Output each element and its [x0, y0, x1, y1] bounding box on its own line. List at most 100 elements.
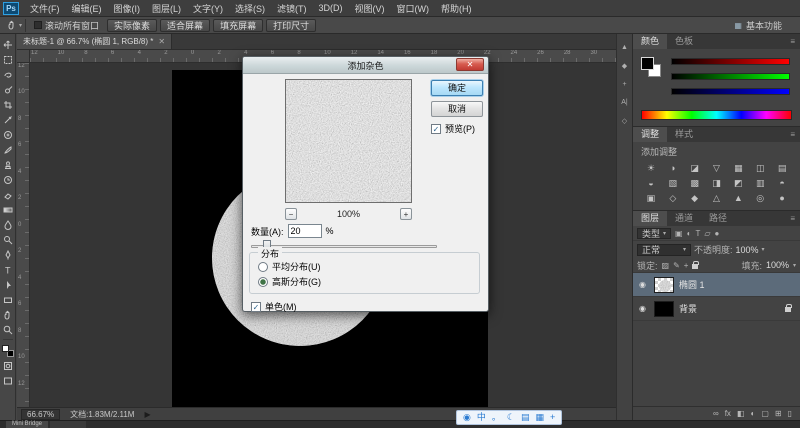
menu-item[interactable]: 视图(V) — [349, 2, 391, 15]
adjustment-icon[interactable]: ▥ — [750, 176, 770, 190]
layers-footer-icon[interactable]: ◧ — [737, 409, 745, 418]
options-button[interactable]: 实际像素 — [107, 19, 157, 32]
lasso-tool[interactable] — [2, 68, 14, 81]
layer-filter-icon[interactable]: ▣ — [675, 229, 683, 238]
lock-option-icon[interactable]: + — [684, 261, 689, 270]
opacity-value[interactable]: 100% — [736, 245, 759, 255]
panel-menu-icon[interactable]: ≡ — [790, 211, 800, 226]
layer-filter-dropdown[interactable]: 类型 ▾ — [637, 228, 671, 239]
uniform-radio[interactable]: 平均分布(U) — [258, 260, 321, 273]
adjustment-icon[interactable]: ● — [772, 191, 792, 205]
shape-tool[interactable] — [2, 293, 14, 306]
collapsed-panel-icon[interactable]: ◇ — [622, 117, 627, 125]
layer-thumbnail[interactable] — [654, 277, 674, 293]
zoom-level-input[interactable]: 66.67% — [21, 409, 60, 420]
foreground-color-swatch[interactable] — [641, 57, 654, 70]
layer-thumbnail[interactable] — [654, 301, 674, 317]
timeline-tab[interactable] — [50, 421, 86, 428]
adjustment-icon[interactable]: ◇ — [663, 191, 683, 205]
workspace-switcher[interactable]: ▦ 基本功能 — [734, 19, 782, 32]
blend-mode-select[interactable]: 正常 ▾ — [637, 244, 691, 256]
adjustment-icon[interactable]: ◒ — [641, 176, 661, 190]
menu-item[interactable]: 选择(S) — [229, 2, 271, 15]
toolbar-color-swatches[interactable] — [2, 345, 14, 357]
layer-row-ellipse[interactable]: ◉ 椭圆 1 — [633, 273, 800, 297]
ime-icon[interactable]: 中 — [477, 411, 486, 424]
menu-item[interactable]: 图层(L) — [146, 2, 187, 15]
red-channel-slider[interactable] — [671, 58, 790, 65]
menu-item[interactable]: 文件(F) — [24, 2, 66, 15]
quick-mask-icon[interactable] — [2, 359, 14, 372]
layer-filter-icon[interactable]: ◐ — [687, 229, 692, 238]
monochromatic-checkbox[interactable]: ✓ 单色(M) — [251, 300, 297, 313]
path-selection-tool[interactable] — [2, 278, 14, 291]
crop-tool[interactable] — [2, 98, 14, 111]
green-channel-slider[interactable] — [671, 73, 790, 80]
amount-input[interactable] — [288, 224, 322, 238]
menu-item[interactable]: 窗口(W) — [391, 2, 436, 15]
adjustment-icon[interactable]: ◆ — [685, 191, 705, 205]
lock-option-icon[interactable]: ✎ — [673, 261, 680, 270]
cancel-button[interactable]: 取消 — [431, 101, 483, 117]
brush-tool[interactable] — [2, 143, 14, 156]
gaussian-radio[interactable]: 高斯分布(G) — [258, 275, 321, 288]
close-tab-icon[interactable]: ✕ — [158, 37, 165, 46]
ime-icon[interactable]: ▦ — [535, 411, 544, 424]
layers-footer-icon[interactable]: ▢ — [761, 409, 769, 418]
layers-footer-icon[interactable]: ∞ — [713, 409, 719, 418]
adjustment-icon[interactable]: ◨ — [707, 176, 727, 190]
options-button[interactable]: 打印尺寸 — [266, 19, 316, 32]
options-button[interactable]: 填充屏幕 — [213, 19, 263, 32]
eraser-tool[interactable] — [2, 188, 14, 201]
eyedropper-tool[interactable] — [2, 113, 14, 126]
lock-all-icon[interactable] — [692, 264, 698, 269]
options-button[interactable]: 适合屏幕 — [160, 19, 210, 32]
quick-selection-tool[interactable] — [2, 83, 14, 96]
layer-row-background[interactable]: ◉ 背景 — [633, 297, 800, 321]
visibility-eye-icon[interactable]: ◉ — [636, 304, 649, 313]
layers-footer-icon[interactable]: ▯ — [788, 409, 792, 418]
document-tab[interactable]: 未标题-1 @ 66.7% (椭圆 1, RGB/8) * ✕ — [17, 34, 172, 49]
adjustment-icon[interactable]: ▦ — [728, 161, 748, 175]
collapsed-panel-icon[interactable]: + — [622, 81, 626, 88]
adjustment-icon[interactable]: ☀ — [641, 161, 661, 175]
blur-tool[interactable] — [2, 218, 14, 231]
collapsed-panel-icon[interactable]: ◆ — [622, 62, 627, 70]
adjustment-icon[interactable]: ▧ — [663, 176, 683, 190]
panel-tab[interactable]: 颜色 — [633, 34, 667, 49]
clone-stamp-tool[interactable] — [2, 158, 14, 171]
adjustment-icon[interactable]: ◪ — [685, 161, 705, 175]
screen-mode-icon[interactable] — [2, 374, 14, 387]
menu-item[interactable]: 3D(D) — [313, 3, 349, 13]
collapsed-panel-icon[interactable]: ▲ — [621, 44, 628, 51]
scroll-all-windows-checkbox[interactable]: 滚动所有窗口 — [30, 19, 103, 32]
menu-item[interactable]: 文字(Y) — [187, 2, 229, 15]
fill-value[interactable]: 100% — [766, 260, 789, 270]
healing-brush-tool[interactable] — [2, 128, 14, 141]
preview-zoom-out-button[interactable]: − — [285, 208, 297, 220]
marquee-tool[interactable] — [2, 53, 14, 66]
preview-zoom-in-button[interactable]: + — [400, 208, 412, 220]
panel-tab[interactable]: 路径 — [701, 211, 735, 226]
dialog-close-button[interactable]: ✕ — [456, 58, 484, 71]
mini-bridge-tab[interactable]: Mini Bridge — [6, 421, 48, 428]
zoom-tool[interactable] — [2, 323, 14, 336]
blue-channel-slider[interactable] — [671, 88, 790, 95]
panel-tab[interactable]: 色板 — [667, 34, 701, 49]
foreground-swatch[interactable] — [2, 345, 9, 352]
color-spectrum-bar[interactable] — [641, 110, 792, 120]
menu-item[interactable]: 编辑(E) — [66, 2, 108, 15]
adjustment-icon[interactable]: ▲ — [728, 191, 748, 205]
adjustment-icon[interactable]: ▽ — [707, 161, 727, 175]
hand-tool-preset[interactable]: ▾ — [4, 19, 26, 32]
adjustment-icon[interactable]: ◑ — [663, 161, 683, 175]
noise-preview-thumbnail[interactable] — [285, 79, 412, 203]
menu-item[interactable]: 图像(I) — [108, 2, 147, 15]
lock-option-icon[interactable]: ▨ — [662, 261, 670, 270]
layer-filter-icon[interactable]: ● — [714, 229, 719, 238]
layer-filter-icon[interactable]: T — [695, 229, 700, 238]
dialog-titlebar[interactable]: 添加杂色 ✕ — [243, 57, 488, 74]
history-brush-tool[interactable] — [2, 173, 14, 186]
menu-item[interactable]: 滤镜(T) — [271, 2, 313, 15]
chevron-down-icon[interactable]: ▾ — [793, 262, 796, 269]
